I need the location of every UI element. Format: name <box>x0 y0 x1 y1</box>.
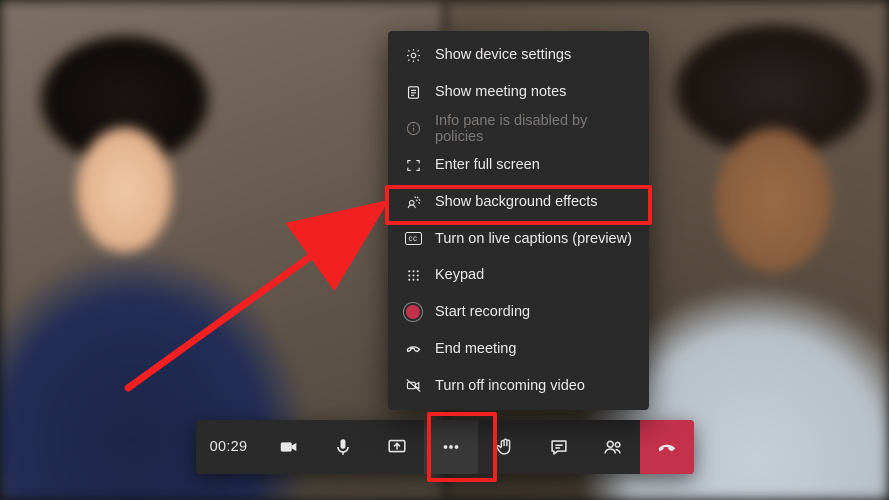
raise-hand-button[interactable] <box>478 420 532 474</box>
background-effects-icon <box>404 193 422 211</box>
participants-button[interactable] <box>586 420 640 474</box>
menu-item-label: End meeting <box>435 341 516 357</box>
menu-item-device-settings[interactable]: Show device settings <box>388 37 649 74</box>
menu-item-label: Show meeting notes <box>435 84 566 100</box>
menu-item-label: Show background effects <box>435 194 598 210</box>
menu-item-fullscreen[interactable]: Enter full screen <box>388 147 649 184</box>
menu-item-info-pane-disabled: Info pane is disabled by policies <box>388 110 649 147</box>
menu-item-turn-off-incoming-video[interactable]: Turn off incoming video <box>388 367 649 404</box>
mic-toggle-button[interactable] <box>316 420 370 474</box>
camera-toggle-button[interactable] <box>262 420 316 474</box>
hangup-icon <box>654 436 680 458</box>
share-screen-button[interactable] <box>370 420 424 474</box>
keypad-icon <box>404 266 422 284</box>
menu-item-background-effects[interactable]: Show background effects <box>388 184 649 221</box>
gear-icon <box>404 46 422 64</box>
menu-item-meeting-notes[interactable]: Show meeting notes <box>388 74 649 111</box>
menu-item-start-recording[interactable]: Start recording <box>388 294 649 331</box>
menu-item-live-captions[interactable]: cc Turn on live captions (preview) <box>388 220 649 257</box>
call-timer: 00:29 <box>196 420 262 474</box>
hangup-button[interactable] <box>640 420 694 474</box>
record-icon <box>404 303 422 321</box>
menu-item-end-meeting[interactable]: End meeting <box>388 331 649 368</box>
info-icon <box>404 120 422 138</box>
end-call-icon <box>404 340 422 358</box>
video-off-icon <box>404 377 422 395</box>
camera-icon <box>278 436 300 458</box>
menu-item-label: Keypad <box>435 267 484 283</box>
menu-item-label: Start recording <box>435 304 530 320</box>
menu-item-label: Turn on live captions (preview) <box>435 231 632 247</box>
call-timer-value: 00:29 <box>210 439 248 455</box>
share-icon <box>386 436 408 458</box>
cc-icon: cc <box>404 230 422 248</box>
fullscreen-icon <box>404 156 422 174</box>
menu-item-label: Show device settings <box>435 47 571 63</box>
hand-icon <box>494 436 516 458</box>
chat-button[interactable] <box>532 420 586 474</box>
menu-item-label: Turn off incoming video <box>435 378 585 394</box>
meeting-toolbar: 00:29 <box>196 420 694 474</box>
menu-item-label: Info pane is disabled by policies <box>435 113 633 145</box>
more-actions-button[interactable] <box>424 420 478 474</box>
notes-icon <box>404 83 422 101</box>
menu-item-keypad[interactable]: Keypad <box>388 257 649 294</box>
ellipsis-icon <box>440 436 462 458</box>
more-actions-menu: Show device settings Show meeting notes … <box>388 31 649 410</box>
people-icon <box>602 436 624 458</box>
menu-item-label: Enter full screen <box>435 157 540 173</box>
chat-icon <box>548 436 570 458</box>
mic-icon <box>332 436 354 458</box>
